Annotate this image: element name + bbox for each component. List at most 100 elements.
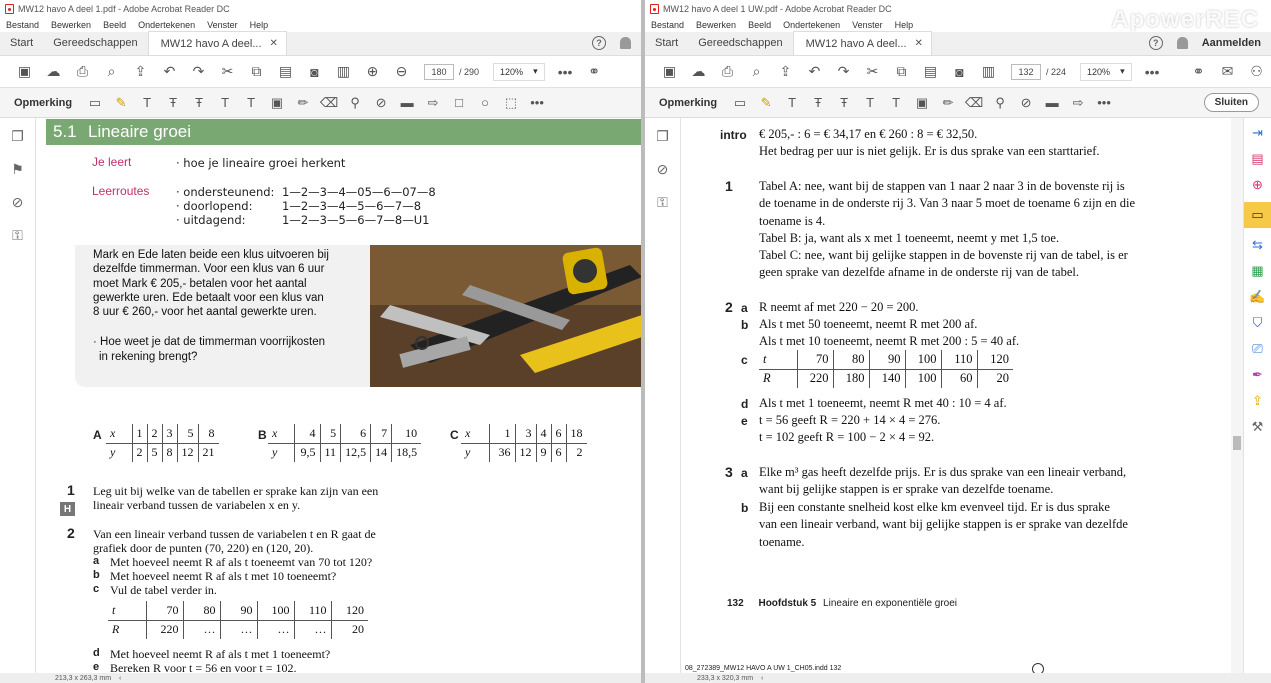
tab-tools[interactable]: Gereedschappen: [43, 31, 147, 55]
send-for-signature-icon[interactable]: ✒: [1249, 366, 1267, 384]
security-icon[interactable]: ⚿: [12, 227, 23, 244]
security-icon[interactable]: ⚿: [657, 194, 668, 211]
page-number-input[interactable]: 132: [1011, 63, 1041, 80]
menu-venster[interactable]: Venster: [852, 20, 883, 30]
attach-icon[interactable]: ⊘: [1013, 91, 1039, 115]
arrow-icon[interactable]: ⇨: [420, 91, 446, 115]
sign-in-button[interactable]: Aanmelden: [1202, 37, 1261, 49]
drawing-tools-icon[interactable]: ⬚: [498, 91, 524, 115]
prev-page-icon[interactable]: ⊕: [358, 59, 387, 85]
attachments-icon[interactable]: ⊘: [12, 194, 24, 211]
arrow-icon[interactable]: ⇨: [1065, 91, 1091, 115]
more-comment-tools-icon[interactable]: •••: [524, 91, 550, 115]
more-tools-wrench-icon[interactable]: ⚒: [1249, 418, 1267, 436]
vertical-scrollbar[interactable]: [1231, 118, 1243, 673]
more-tools-icon[interactable]: •••: [1138, 59, 1167, 85]
ellipse-icon[interactable]: ○: [472, 91, 498, 115]
snapshot-icon[interactable]: ◙: [945, 59, 974, 85]
upload-cloud-icon[interactable]: ☁: [39, 59, 68, 85]
organize-pages-icon[interactable]: ▤: [1249, 150, 1267, 168]
eraser-icon[interactable]: ⌫: [961, 91, 987, 115]
scroll-left-icon[interactable]: ‹: [119, 675, 121, 682]
close-tab-icon[interactable]: ✕: [270, 38, 278, 49]
scroll-left-icon[interactable]: ‹: [761, 675, 763, 682]
page-thumbnails-icon[interactable]: ❐: [656, 128, 669, 145]
underline-text-icon[interactable]: T: [779, 91, 805, 115]
undo-icon[interactable]: ↶: [800, 59, 829, 85]
menu-ondertekenen[interactable]: Ondertekenen: [138, 20, 195, 30]
save-icon[interactable]: ▣: [655, 59, 684, 85]
next-page-icon[interactable]: ⊖: [387, 59, 416, 85]
menu-ondertekenen[interactable]: Ondertekenen: [783, 20, 840, 30]
notification-bell-icon[interactable]: [620, 37, 631, 49]
link-icon[interactable]: ⚭: [1184, 59, 1213, 85]
tab-start[interactable]: Start: [0, 31, 43, 55]
undo-icon[interactable]: ↶: [155, 59, 184, 85]
help-icon[interactable]: ?: [1148, 36, 1163, 50]
page-thumbnails-icon[interactable]: ❐: [11, 128, 24, 145]
text-box-icon[interactable]: ▣: [264, 91, 290, 115]
zoom-select[interactable]: 120% ▾: [1080, 62, 1132, 81]
share-file-icon[interactable]: ⇪: [126, 59, 155, 85]
menu-beeld[interactable]: Beeld: [103, 20, 126, 30]
compare-icon[interactable]: ▥: [974, 59, 1003, 85]
menu-bewerken[interactable]: Bewerken: [696, 20, 736, 30]
add-text-icon[interactable]: T: [883, 91, 909, 115]
more-tools-icon[interactable]: •••: [551, 59, 580, 85]
copy-icon[interactable]: ⧉: [242, 59, 271, 85]
redo-icon[interactable]: ↷: [184, 59, 213, 85]
paste-icon[interactable]: ▤: [916, 59, 945, 85]
replace-text-icon[interactable]: Ŧ: [831, 91, 857, 115]
tab-document[interactable]: MW12 havo A deel... ✕: [792, 31, 932, 55]
search-icon[interactable]: ⌕: [97, 59, 126, 85]
insert-text-icon[interactable]: T: [857, 91, 883, 115]
send-file-icon[interactable]: ⇪: [1249, 392, 1267, 410]
redo-icon[interactable]: ↷: [829, 59, 858, 85]
menu-help[interactable]: Help: [895, 20, 914, 30]
stamp-icon[interactable]: ⚲: [342, 91, 368, 115]
print-icon[interactable]: ⎙: [68, 59, 97, 85]
copy-icon[interactable]: ⧉: [887, 59, 916, 85]
rectangle-icon[interactable]: □: [446, 91, 472, 115]
menu-help[interactable]: Help: [250, 20, 269, 30]
tab-document[interactable]: MW12 havo A deel... ✕: [147, 31, 287, 55]
pencil-icon[interactable]: ✏: [935, 91, 961, 115]
eraser-icon[interactable]: ⌫: [316, 91, 342, 115]
protect-icon[interactable]: ⛉: [1249, 314, 1267, 332]
user-icon[interactable]: ⚇: [1242, 59, 1271, 85]
print-icon[interactable]: ⎙: [713, 59, 742, 85]
sticky-note-icon[interactable]: ▭: [82, 91, 108, 115]
export-excel-icon[interactable]: ▦: [1249, 262, 1267, 280]
line-icon[interactable]: ▬: [394, 91, 420, 115]
zoom-select[interactable]: 120% ▾: [493, 62, 545, 81]
menu-bestand[interactable]: Bestand: [651, 20, 684, 30]
help-icon[interactable]: ?: [592, 36, 606, 50]
cut-icon[interactable]: ✂: [213, 59, 242, 85]
close-tab-icon[interactable]: ✕: [915, 38, 923, 49]
replace-text-icon[interactable]: Ŧ: [186, 91, 212, 115]
highlighter-icon[interactable]: ✎: [108, 91, 134, 115]
text-box-icon[interactable]: ▣: [909, 91, 935, 115]
highlighter-icon[interactable]: ✎: [753, 91, 779, 115]
menu-bewerken[interactable]: Bewerken: [51, 20, 91, 30]
tab-tools[interactable]: Gereedschappen: [688, 31, 792, 55]
search-icon[interactable]: ⌕: [742, 59, 771, 85]
attach-icon[interactable]: ⊘: [368, 91, 394, 115]
save-icon[interactable]: ▣: [10, 59, 39, 85]
email-icon[interactable]: ✉: [1213, 59, 1242, 85]
combine-files-icon[interactable]: ⇆: [1249, 236, 1267, 254]
create-pdf-icon[interactable]: ⊕: [1249, 176, 1267, 194]
snapshot-icon[interactable]: ◙: [300, 59, 329, 85]
scroll-thumb[interactable]: [1233, 436, 1241, 450]
fill-sign-icon[interactable]: ✍: [1249, 288, 1267, 306]
add-text-icon[interactable]: T: [238, 91, 264, 115]
menu-bestand[interactable]: Bestand: [6, 20, 39, 30]
strikethrough-text-icon[interactable]: Ŧ: [805, 91, 831, 115]
strikethrough-text-icon[interactable]: Ŧ: [160, 91, 186, 115]
notification-bell-icon[interactable]: [1176, 37, 1188, 49]
tab-start[interactable]: Start: [645, 31, 688, 55]
menu-beeld[interactable]: Beeld: [748, 20, 771, 30]
bookmark-icon[interactable]: ⚑: [11, 161, 24, 178]
stamp-icon[interactable]: ⚲: [987, 91, 1013, 115]
line-icon[interactable]: ▬: [1039, 91, 1065, 115]
